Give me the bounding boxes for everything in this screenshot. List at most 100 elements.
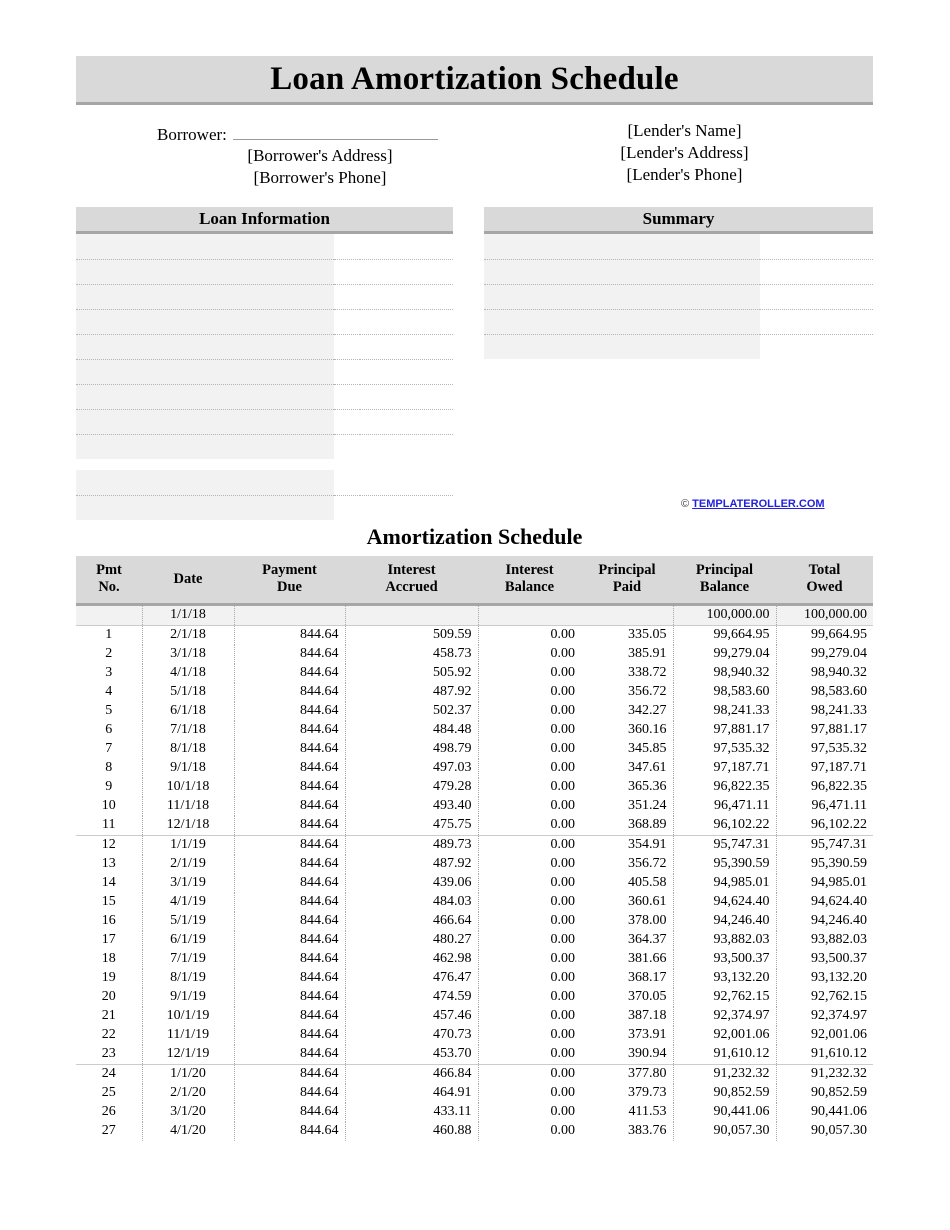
cell-principal-paid: 378.00 — [581, 912, 674, 931]
loan-info-value[interactable] — [360, 284, 453, 310]
cell-total-owed: 92,374.97 — [811, 1008, 867, 1023]
cell-no: 26 — [76, 1103, 143, 1122]
loan-info-row — [76, 259, 453, 285]
cell-date: 4/1/19 — [142, 893, 235, 912]
cell-no: 7 — [76, 740, 143, 759]
cell-no: 2 — [76, 645, 143, 664]
cell-interest-accrued: 453.70 — [345, 1045, 479, 1065]
payment-row — [76, 495, 453, 520]
loan-info-row — [76, 234, 453, 260]
table-row: 21 10/1/19 844.64 457.46 0.00 387.18 92,374.97… — [76, 1007, 873, 1026]
loan-info-value[interactable] — [360, 384, 453, 410]
cell-interest-balance: 0.00 — [550, 970, 576, 985]
cell-interest-balance: 0.00 — [550, 798, 576, 813]
borrower-name-field[interactable] — [232, 120, 438, 140]
cell-principal-balance: 99,279.04 — [673, 645, 777, 664]
cell-date: 10/1/18 — [142, 778, 235, 797]
cell-principal-paid: 368.17 — [581, 969, 674, 988]
table-row: 8 9/1/18 844.64 497.03 0.00 347.61 97,187.71 97… — [76, 759, 873, 778]
summary-value — [760, 259, 873, 285]
table-row: 25 2/1/20 844.64 464.91 0.00 379.73 90,852.59 9… — [76, 1084, 873, 1103]
loan-info-value[interactable] — [360, 234, 453, 260]
cell-principal-paid: 351.24 — [581, 797, 674, 816]
cell-interest-accrued: 487.92 — [345, 683, 479, 702]
cell-no: 25 — [76, 1084, 143, 1103]
cell-total-owed: 94,246.40 — [811, 913, 867, 928]
loan-info-value[interactable] — [360, 409, 453, 435]
loan-info-label — [76, 434, 334, 459]
cell-payment-due — [234, 604, 346, 626]
cell-payment-due: 844.64 — [234, 893, 346, 912]
cell-total-owed: 93,882.03 — [811, 932, 867, 947]
cell-interest-balance: 0.00 — [550, 741, 576, 756]
cell-interest-accrued: 457.46 — [345, 1007, 479, 1026]
cell-principal-paid: 347.61 — [581, 759, 674, 778]
cell-total-owed: 96,102.22 — [811, 817, 867, 832]
cell-principal-paid: 364.37 — [581, 931, 674, 950]
copyright-symbol: © — [681, 498, 693, 510]
cell-payment-due: 844.64 — [234, 1103, 346, 1122]
borrower-row: Borrower: — [76, 120, 476, 145]
cell-interest-accrued: 484.48 — [345, 721, 479, 740]
cell-principal-balance: 98,940.32 — [673, 664, 777, 683]
cell-payment-due: 844.64 — [234, 874, 346, 893]
cell-principal-paid: 360.16 — [581, 721, 674, 740]
column-header-line2: Paid — [612, 579, 642, 595]
templateroller-link[interactable]: TEMPLATEROLLER.COM — [692, 498, 824, 510]
loan-info-value[interactable] — [360, 359, 453, 385]
cell-total-owed: 90,852.59 — [811, 1085, 867, 1100]
cell-no: 12 — [76, 835, 143, 855]
summary-label — [484, 259, 760, 285]
cell-date: 6/1/18 — [142, 702, 235, 721]
table-row: 14 3/1/19 844.64 439.06 0.00 405.58 94,985.01 9… — [76, 874, 873, 893]
cell-interest-balance: 0.00 — [478, 835, 581, 855]
amortization-table-wrap: Pmt No. Date Payment Due Interest Accrued Inter… — [76, 556, 873, 1141]
cell-total-owed: 97,535.32 — [811, 741, 867, 756]
cell-interest-balance: 0.00 — [550, 875, 576, 890]
column-header-line2: Balance — [699, 579, 750, 595]
cell-total-owed: 92,762.15 — [811, 989, 867, 1004]
cell-payment-due: 844.64 — [234, 1122, 346, 1141]
cell-principal-balance: 92,762.15 — [673, 988, 777, 1007]
cell-no: 16 — [76, 912, 143, 931]
cell-principal-balance: 95,390.59 — [673, 855, 777, 874]
payment-row — [76, 470, 453, 496]
cell-principal-balance: 94,246.40 — [673, 912, 777, 931]
cell-date: 12/1/19 — [142, 1045, 235, 1065]
cell-principal-balance: 98,583.60 — [673, 683, 777, 702]
summary-value — [760, 309, 873, 335]
cell-payment-due: 844.64 — [234, 664, 346, 683]
cell-principal-paid: 373.91 — [581, 1026, 674, 1045]
loan-info-currency — [334, 434, 360, 459]
payment-value[interactable] — [360, 470, 453, 496]
summary-row — [484, 334, 873, 359]
table-row: 7 8/1/18 844.64 498.79 0.00 345.85 97,535.32 97… — [76, 740, 873, 759]
cell-total-owed: 97,881.17 — [811, 722, 867, 737]
amortization-column-header: Interest Balance — [478, 556, 581, 606]
loan-info-value[interactable] — [360, 309, 453, 335]
loan-info-label — [76, 259, 334, 285]
cell-principal-paid: 370.05 — [581, 988, 674, 1007]
loan-info-value[interactable] — [360, 434, 453, 459]
cell-principal-balance: 100,000.00 — [673, 604, 777, 626]
cell-principal-balance: 92,001.06 — [673, 1026, 777, 1045]
cell-date: 7/1/18 — [142, 721, 235, 740]
cell-interest-balance: 0.00 — [550, 665, 576, 680]
monthly-payment-block — [76, 470, 453, 520]
cell-interest-accrued: 505.92 — [345, 664, 479, 683]
table-row: 18 7/1/19 844.64 462.98 0.00 381.66 93,500.37 9… — [76, 950, 873, 969]
loan-info-value[interactable] — [360, 334, 453, 360]
cell-interest-accrued: 497.03 — [345, 759, 479, 778]
cell-no: 5 — [76, 702, 143, 721]
table-row: 13 2/1/19 844.64 487.92 0.00 356.72 95,390.59 9… — [76, 855, 873, 874]
cell-no: 3 — [76, 664, 143, 683]
cell-total-owed: 95,747.31 — [776, 835, 873, 855]
cell-principal-paid: 411.53 — [581, 1103, 674, 1122]
parties-block: Borrower: [Borrower's Address] [Borrower… — [76, 120, 873, 192]
cell-total-owed: 95,390.59 — [811, 856, 867, 871]
table-row: 1 2/1/18 844.64 509.59 0.00 335.05 99,664.95 99… — [76, 625, 873, 645]
loan-info-value[interactable] — [360, 259, 453, 285]
cell-no: 20 — [76, 988, 143, 1007]
payment-value[interactable] — [360, 495, 453, 520]
loan-info-row — [76, 434, 453, 459]
